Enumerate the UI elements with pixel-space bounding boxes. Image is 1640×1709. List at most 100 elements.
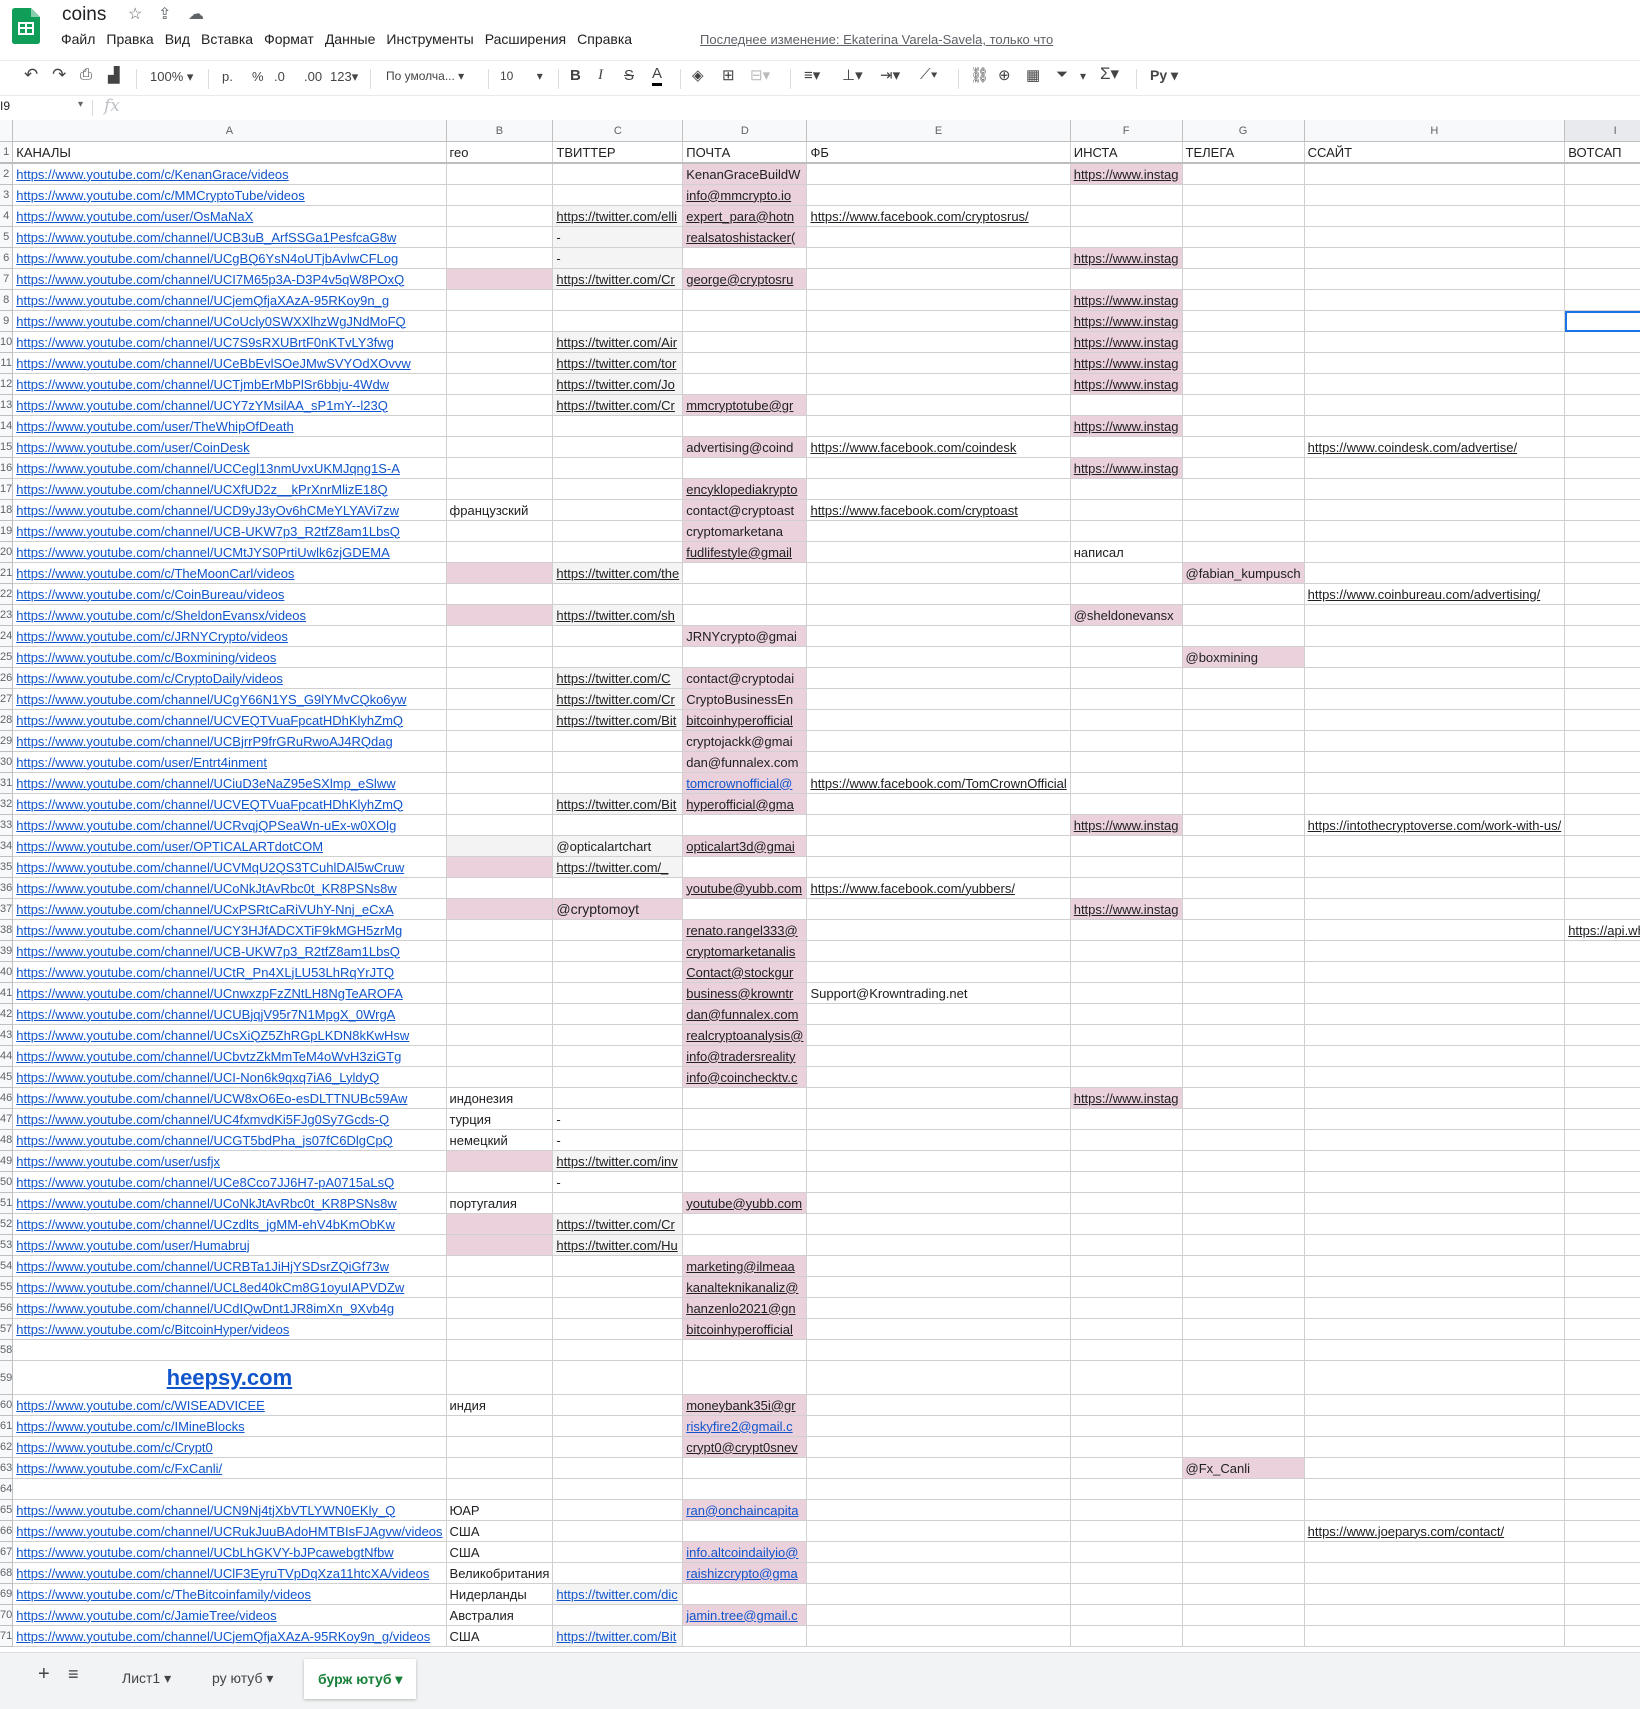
cell-a44[interactable]: https://www.youtube.com/channel/UCbvtzZk… — [12, 1045, 447, 1067]
cell-b50[interactable] — [446, 1171, 554, 1193]
cell-f65[interactable] — [1070, 1499, 1183, 1521]
cell-b21[interactable] — [446, 562, 554, 584]
cell-g29[interactable] — [1182, 730, 1305, 752]
cell-d29[interactable]: cryptojackk@gmai — [682, 730, 808, 752]
cell-h15[interactable]: https://www.coindesk.com/advertise/ — [1304, 436, 1566, 458]
cell-b68[interactable]: Великобритания — [446, 1562, 554, 1584]
cell-b45[interactable] — [446, 1066, 554, 1088]
cell-f34[interactable] — [1070, 835, 1183, 857]
cell-d68[interactable]: raishizcrypto@gma — [682, 1562, 808, 1584]
cell-g49[interactable] — [1182, 1150, 1305, 1172]
row-header[interactable]: 50 — [0, 1171, 14, 1193]
cell-b49[interactable] — [446, 1150, 554, 1172]
row-header[interactable]: 15 — [0, 436, 14, 458]
cell-c2[interactable] — [552, 163, 684, 185]
cell-e34[interactable] — [806, 835, 1071, 857]
cell-e1[interactable]: ФБ — [806, 141, 1071, 164]
cell-c51[interactable] — [552, 1192, 684, 1214]
cell-d23[interactable] — [682, 604, 808, 626]
row-header[interactable]: 53 — [0, 1234, 14, 1256]
cell-f3[interactable] — [1070, 184, 1183, 206]
cell-b12[interactable] — [446, 373, 554, 395]
cell-b27[interactable] — [446, 688, 554, 710]
cell-b52[interactable] — [446, 1213, 554, 1235]
cell-f33[interactable]: https://www.instag — [1070, 814, 1183, 836]
cell-g24[interactable] — [1182, 625, 1305, 647]
row-header[interactable]: 20 — [0, 541, 14, 563]
cell-g45[interactable] — [1182, 1066, 1305, 1088]
row-header[interactable]: 71 — [0, 1625, 14, 1647]
cell-i54[interactable] — [1564, 1255, 1640, 1277]
cell-d36[interactable]: youtube@yubb.com — [682, 877, 808, 899]
cell-d47[interactable] — [682, 1108, 808, 1130]
cell-e71[interactable] — [806, 1625, 1071, 1647]
cell-b56[interactable] — [446, 1297, 554, 1319]
cell-f36[interactable] — [1070, 877, 1183, 899]
cell-e63[interactable] — [806, 1457, 1071, 1479]
cell-i31[interactable] — [1564, 772, 1640, 794]
cell-d54[interactable]: marketing@ilmeaa — [682, 1255, 808, 1277]
cell-g31[interactable] — [1182, 772, 1305, 794]
cell-h33[interactable]: https://intothecryptoverse.com/work-with… — [1304, 814, 1566, 836]
cell-g9[interactable] — [1182, 310, 1305, 332]
cell-c40[interactable] — [552, 961, 684, 983]
cell-b5[interactable] — [446, 226, 554, 248]
cell-e38[interactable] — [806, 919, 1071, 941]
cell-c4[interactable]: https://twitter.com/elli — [552, 205, 684, 227]
cell-b38[interactable] — [446, 919, 554, 941]
cell-i66[interactable] — [1564, 1520, 1640, 1542]
cell-b13[interactable] — [446, 394, 554, 416]
cell-b19[interactable] — [446, 520, 554, 542]
cell-i12[interactable] — [1564, 373, 1640, 395]
cell-d65[interactable]: ran@onchaincapita — [682, 1499, 808, 1521]
fill-color-icon[interactable]: ◈ — [692, 66, 704, 84]
cell-i19[interactable] — [1564, 520, 1640, 542]
cell-f20[interactable]: написал — [1070, 541, 1183, 563]
cell-g16[interactable] — [1182, 457, 1305, 479]
menu-extensions[interactable]: Расширения — [485, 31, 566, 47]
cell-e30[interactable] — [806, 751, 1071, 773]
column-header-i[interactable]: I — [1564, 120, 1640, 142]
cell-b53[interactable] — [446, 1234, 554, 1256]
cell-f16[interactable]: https://www.instag — [1070, 457, 1183, 479]
row-header[interactable]: 59 — [0, 1360, 14, 1395]
cell-f31[interactable] — [1070, 772, 1183, 794]
menu-help[interactable]: Справка — [577, 31, 632, 47]
row-header[interactable]: 18 — [0, 499, 14, 521]
cell-c50[interactable]: - — [552, 1171, 684, 1193]
cell-f23[interactable]: @sheldonevansx — [1070, 604, 1183, 626]
cell-g23[interactable] — [1182, 604, 1305, 626]
cell-f26[interactable] — [1070, 667, 1183, 689]
cell-b69[interactable]: Нидерланды — [446, 1583, 554, 1605]
row-header[interactable]: 40 — [0, 961, 14, 983]
cell-b44[interactable] — [446, 1045, 554, 1067]
cell-d66[interactable] — [682, 1520, 808, 1542]
cell-f54[interactable] — [1070, 1255, 1183, 1277]
sheet-tab-ru-youtube[interactable]: ру ютуб ▾ — [198, 1663, 287, 1693]
cell-b28[interactable] — [446, 709, 554, 731]
cell-e31[interactable]: https://www.facebook.com/TomCrownOfficia… — [806, 772, 1071, 794]
row-header[interactable]: 19 — [0, 520, 14, 542]
cell-i23[interactable] — [1564, 604, 1640, 626]
cell-i53[interactable] — [1564, 1234, 1640, 1256]
cell-g71[interactable] — [1182, 1625, 1305, 1647]
cell-i9[interactable] — [1564, 310, 1640, 332]
cell-b3[interactable] — [446, 184, 554, 206]
cell-b61[interactable] — [446, 1415, 554, 1437]
cell-e14[interactable] — [806, 415, 1071, 437]
cell-b15[interactable] — [446, 436, 554, 458]
cell-e65[interactable] — [806, 1499, 1071, 1521]
cell-h3[interactable] — [1304, 184, 1566, 206]
row-header[interactable]: 16 — [0, 457, 14, 479]
cell-f50[interactable] — [1070, 1171, 1183, 1193]
cell-c8[interactable] — [552, 289, 684, 311]
cell-g57[interactable] — [1182, 1318, 1305, 1340]
cell-a53[interactable]: https://www.youtube.com/user/Humabruj — [12, 1234, 447, 1256]
cell-b6[interactable] — [446, 247, 554, 269]
cell-a47[interactable]: https://www.youtube.com/channel/UC4fxmvd… — [12, 1108, 447, 1130]
cell-h14[interactable] — [1304, 415, 1566, 437]
row-header[interactable]: 8 — [0, 289, 14, 311]
percent-button[interactable]: % — [252, 69, 264, 84]
column-header-e[interactable]: E — [806, 120, 1071, 142]
cell-e70[interactable] — [806, 1604, 1071, 1626]
